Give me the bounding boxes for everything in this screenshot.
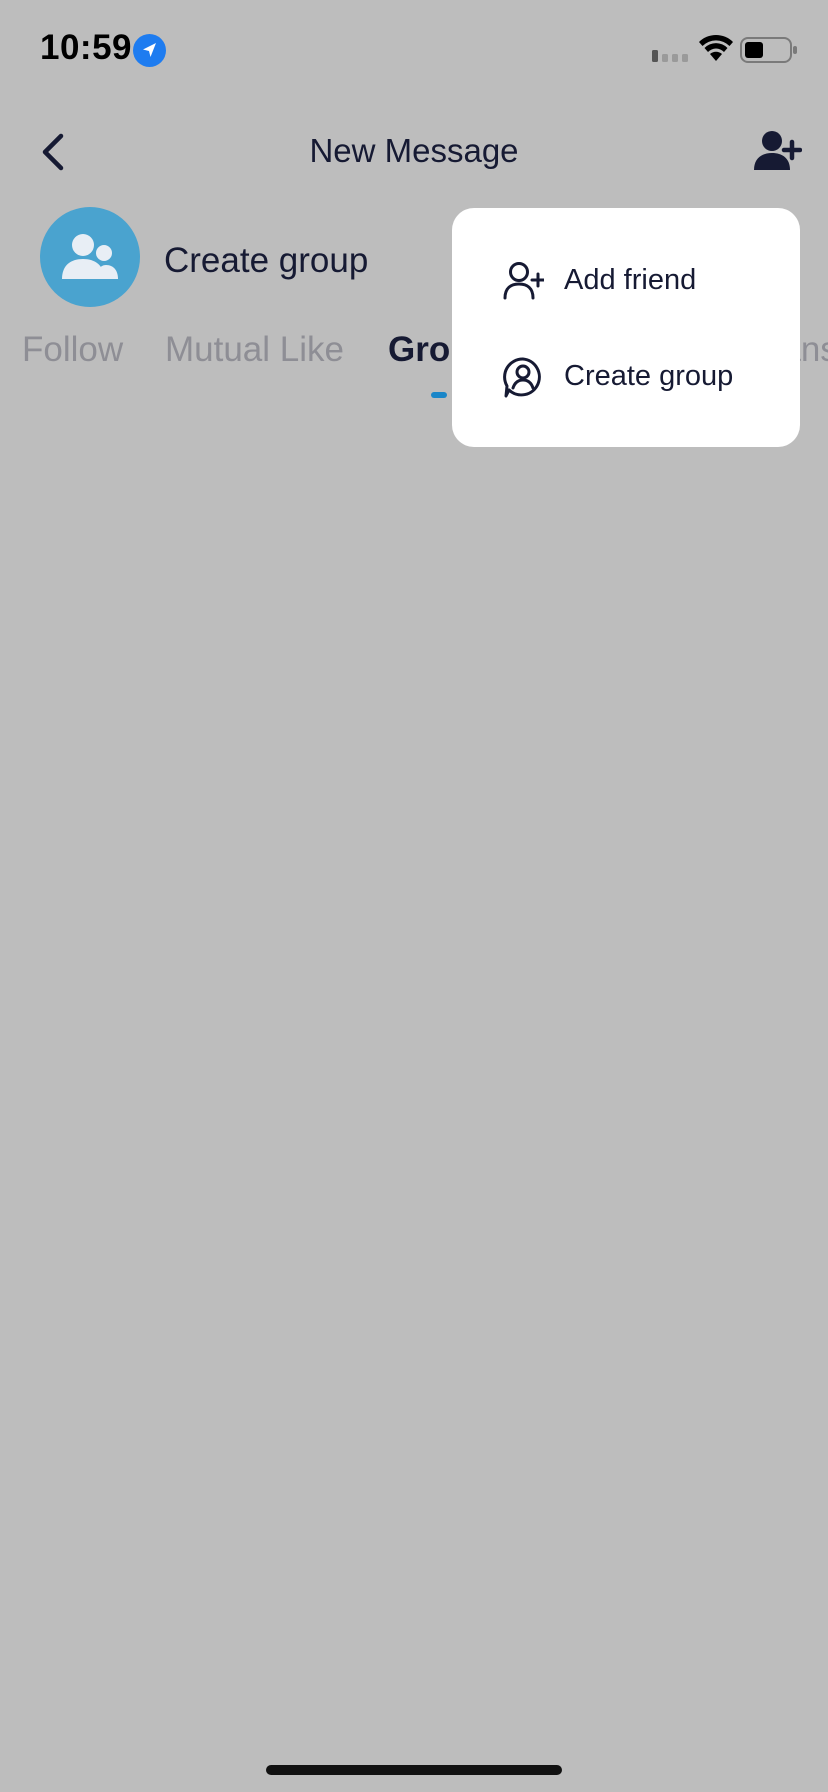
battery-icon <box>740 37 797 63</box>
status-bar: 10:59 <box>0 0 828 100</box>
location-arrow-icon <box>133 34 166 67</box>
tab-follow[interactable]: Follow <box>22 330 123 370</box>
menu-item-label: Create group <box>564 360 734 392</box>
status-time: 10:59 <box>40 28 133 67</box>
group-people-icon <box>62 234 118 279</box>
avatar <box>40 207 140 307</box>
tab-mutual-like[interactable]: Mutual Like <box>165 330 344 370</box>
wifi-icon <box>699 34 733 61</box>
menu-item-create-group[interactable]: Create group <box>452 336 800 416</box>
page-title: New Message <box>309 132 519 169</box>
person-plus-icon <box>503 262 544 300</box>
person-plus-icon[interactable] <box>752 128 802 174</box>
create-group-label: Create group <box>164 241 369 280</box>
home-indicator[interactable] <box>266 1765 562 1775</box>
menu-item-add-friend[interactable]: Add friend <box>452 240 800 320</box>
menu-item-label: Add friend <box>564 264 697 296</box>
group-chat-icon <box>503 357 541 398</box>
tab-active-indicator <box>431 392 447 398</box>
popup-menu: Add friend Create group <box>452 208 800 447</box>
cellular-signal-icon <box>652 50 688 62</box>
header: New Message <box>0 110 828 190</box>
